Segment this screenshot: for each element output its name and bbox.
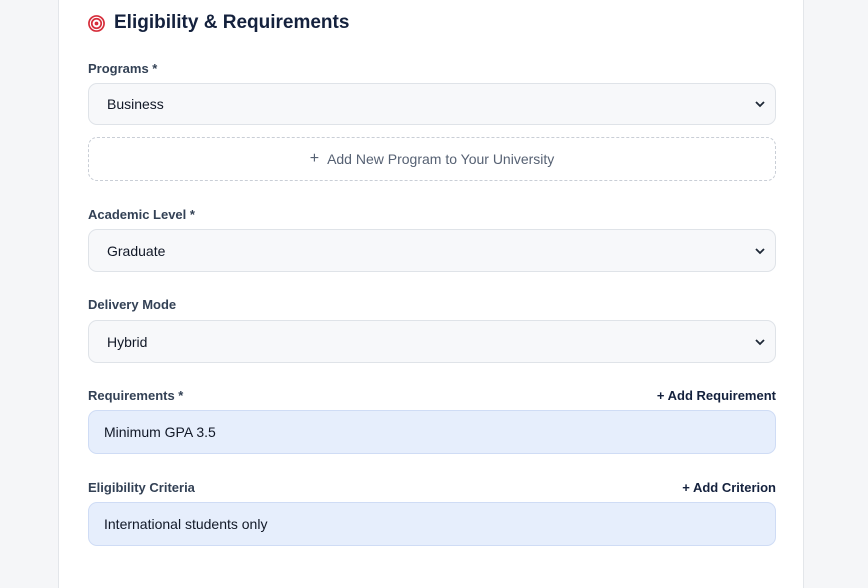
delivery-mode-selected-value: Hybrid bbox=[107, 333, 148, 350]
add-requirement-button[interactable]: + Add Requirement bbox=[657, 388, 776, 403]
chevron-down-icon bbox=[755, 101, 765, 108]
eligibility-item[interactable]: International students only bbox=[88, 502, 776, 546]
delivery-mode-select[interactable]: Hybrid bbox=[88, 320, 776, 363]
requirement-item[interactable]: Minimum GPA 3.5 bbox=[88, 410, 776, 454]
academic-level-selected-value: Graduate bbox=[107, 242, 166, 259]
chevron-down-icon bbox=[755, 338, 765, 345]
plus-icon: + bbox=[309, 150, 320, 167]
academic-level-label: Academic Level * bbox=[88, 207, 195, 222]
eligibility-card: Eligibility & Requirements Programs * Bu… bbox=[58, 0, 804, 588]
section-title: Eligibility & Requirements bbox=[114, 12, 350, 33]
academic-level-select[interactable]: Graduate bbox=[88, 229, 776, 272]
programs-selected-value: Business bbox=[107, 96, 164, 112]
requirements-label: Requirements * bbox=[88, 388, 184, 403]
programs-select[interactable]: Business bbox=[88, 83, 776, 125]
add-program-label: Add New Program to Your University bbox=[327, 151, 555, 167]
delivery-mode-label: Delivery Mode bbox=[88, 297, 177, 312]
add-program-button[interactable]: + Add New Program to Your University bbox=[88, 137, 776, 181]
add-criterion-button[interactable]: + Add Criterion bbox=[682, 480, 776, 495]
target-icon bbox=[88, 14, 105, 32]
eligibility-label: Eligibility Criteria bbox=[88, 480, 195, 495]
section-header: Eligibility & Requirements bbox=[88, 12, 349, 34]
chevron-down-icon bbox=[755, 247, 765, 254]
programs-label: Programs * bbox=[88, 61, 158, 76]
requirement-item-text: Minimum GPA 3.5 bbox=[104, 424, 216, 440]
eligibility-item-text: International students only bbox=[104, 516, 268, 532]
